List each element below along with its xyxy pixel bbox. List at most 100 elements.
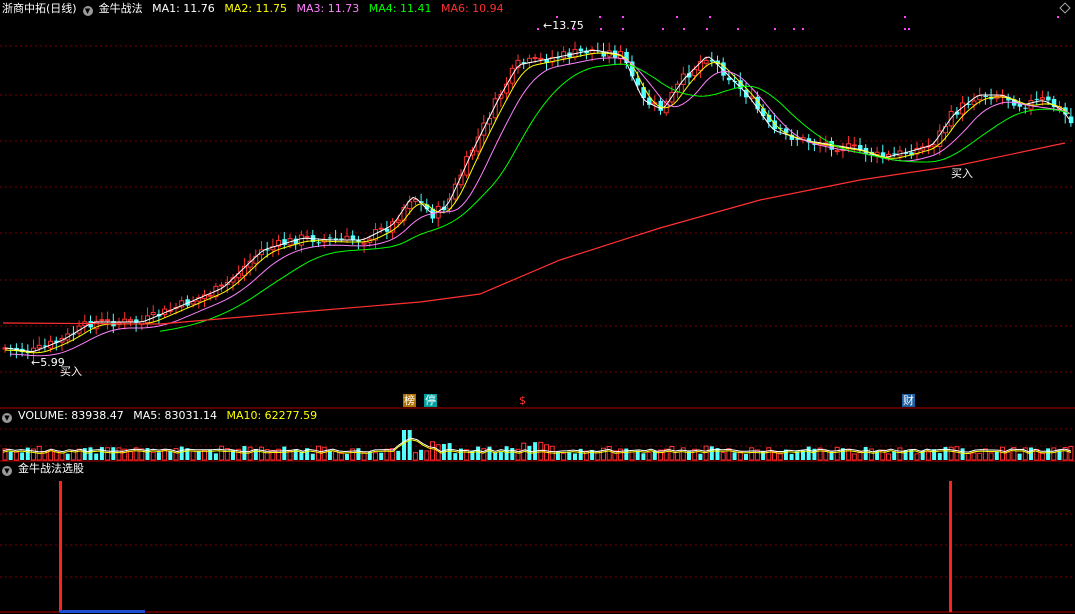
candle-down [333,238,339,240]
ma4-line [159,63,1069,332]
volume-bar [498,452,503,460]
volume-bar [538,441,544,461]
volume-bar [99,447,104,460]
signal-dot [774,28,776,30]
volume-bar [8,451,13,460]
signal-dot [600,28,602,30]
buy-signal-label: 买入 [951,167,973,180]
volume-bar [407,430,412,460]
volume-bar [493,452,498,460]
candle-up [150,311,156,316]
candle-down [1068,116,1074,124]
candle-up [105,319,111,322]
volume-bar [59,452,65,461]
volume-bar [345,453,349,460]
candle-down [327,237,333,239]
ma1-value: MA1: 11.76 [152,2,215,15]
candle-up [207,294,213,297]
volume-bar [834,446,840,461]
indicator-dropdown-icon[interactable]: ▼ [82,6,93,16]
volume-bar [641,453,646,460]
volume-bar [430,441,435,461]
candle-up [190,301,196,305]
volume-bar [327,450,332,460]
volume-bar [1039,452,1045,461]
volume-bar [396,450,401,460]
scroll-indicator [60,610,145,613]
volume-bar [669,445,675,461]
volume-bar [53,451,59,461]
volume-bar [965,452,971,461]
volume-ma10: MA10: 62277.59 [226,409,318,422]
candle-down [1034,98,1040,100]
volume-bar [567,452,572,460]
volume-bar [635,450,640,460]
signal-dot [904,28,906,30]
volume-bar [977,452,983,461]
volume-bar [744,453,748,460]
volume-bar [698,453,703,460]
volume-bar [270,449,276,461]
volume-bar [766,447,772,461]
volume-header: ▼ VOLUME: 83938.47 MA5: 83031.14 MA10: 62… [2,408,323,424]
volume-bar [606,446,612,461]
candle-up [412,199,418,202]
kline-chart[interactable] [0,0,1075,614]
volume-bar [994,451,999,460]
signal-header: ▼ 金牛战法选股 [2,461,90,477]
signal-title: 金牛战法选股 [18,462,84,475]
volume-bar [646,451,652,461]
signal-dot [662,28,664,30]
candle-up [538,57,544,60]
candle-up [561,51,567,59]
signal-dot [622,16,624,18]
volume-bar [88,447,93,460]
signal-dot [793,28,795,30]
candle-down [983,95,988,98]
dividend-badge[interactable]: $ [518,394,527,407]
volume-bar [1051,447,1057,461]
volume-bar [219,445,225,461]
volume-bar [675,451,681,461]
high-price-value: 13.75 [552,19,584,32]
candle-up [304,235,310,238]
volume-bar [806,446,811,460]
volume-bar [412,452,418,461]
volume-bar [356,448,361,460]
volume-bar [173,448,179,461]
candle-up [1039,97,1045,100]
candle-down [858,145,863,150]
volume-bar [789,453,794,460]
candle-up [834,150,840,153]
volume-bar [453,453,458,460]
volume-bar [20,452,25,460]
list-badge[interactable]: 榜 [403,394,416,407]
finance-badge[interactable]: 财 [902,394,915,407]
volume-bar [680,447,686,461]
volume-bar [777,453,783,461]
volume-bar [954,446,960,461]
volume-bar [379,452,384,460]
candle-up [532,57,538,60]
volume-bar [419,449,424,460]
volume-bar [338,452,344,461]
ma6-value: MA6: 10.94 [440,2,504,15]
volume-dropdown-icon[interactable]: ▼ [2,413,12,423]
volume-bar [971,452,977,461]
ma2-value: MA2: 11.75 [224,2,288,15]
signal-dropdown-icon[interactable]: ▼ [2,466,12,476]
halt-badge[interactable]: 停 [424,394,437,407]
candle-up [99,319,105,322]
volume-bar [25,447,30,460]
volume-bar [402,430,406,460]
signal-bar [949,481,952,612]
signal-dot [904,16,906,18]
volume-bar [732,452,737,460]
signal-dot [737,28,739,30]
volume-bar [196,451,201,460]
volume-bar [988,452,994,461]
volume-bar [868,448,874,461]
volume-bar [94,453,99,460]
volume-bar [373,452,378,461]
candle-down [316,242,321,244]
